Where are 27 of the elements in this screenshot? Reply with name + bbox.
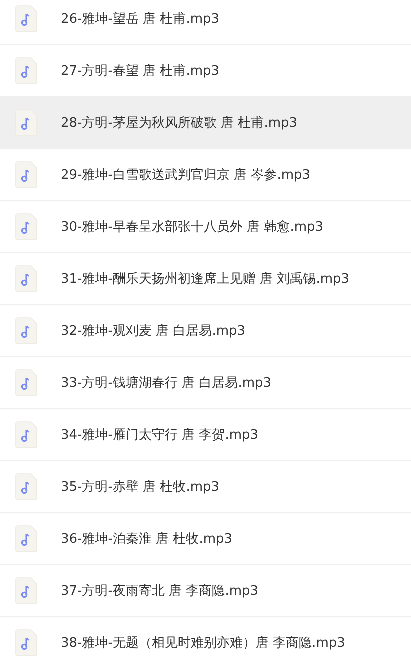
file-name: 32-雅坤-观刈麦 唐 白居易.mp3	[61, 322, 246, 340]
audio-file-icon	[15, 4, 39, 32]
file-name: 31-雅坤-酬乐天扬州初逢席上见赠 唐 刘禹锡.mp3	[61, 270, 350, 288]
file-name: 30-雅坤-早春呈水部张十八员外 唐 韩愈.mp3	[61, 218, 324, 236]
audio-file-icon	[15, 420, 39, 448]
file-name: 34-雅坤-雁门太守行 唐 李贺.mp3	[61, 426, 259, 444]
file-row[interactable]: 28-方明-茅屋为秋风所破歌 唐 杜甫.mp3	[0, 97, 411, 149]
audio-file-icon	[15, 628, 39, 656]
audio-file-icon	[15, 264, 39, 292]
audio-file-icon	[15, 472, 39, 500]
file-name: 28-方明-茅屋为秋风所破歌 唐 杜甫.mp3	[61, 114, 298, 132]
audio-file-icon	[15, 56, 39, 84]
audio-file-icon	[15, 212, 39, 240]
audio-file-icon	[15, 316, 39, 344]
audio-file-icon	[15, 524, 39, 552]
file-name: 29-雅坤-白雪歌送武判官归京 唐 岑参.mp3	[61, 166, 311, 184]
file-name: 26-雅坤-望岳 唐 杜甫.mp3	[61, 10, 220, 28]
file-name: 37-方明-夜雨寄北 唐 李商隐.mp3	[61, 582, 259, 600]
audio-file-icon	[15, 108, 39, 136]
file-name: 35-方明-赤壁 唐 杜牧.mp3	[61, 478, 220, 496]
audio-file-icon	[15, 368, 39, 396]
audio-file-icon	[15, 576, 39, 604]
audio-file-icon	[15, 160, 39, 188]
file-name: 38-雅坤-无题（相见时难别亦难）唐 李商隐.mp3	[61, 634, 346, 652]
file-name: 36-雅坤-泊秦淮 唐 杜牧.mp3	[61, 530, 233, 548]
file-name: 27-方明-春望 唐 杜甫.mp3	[61, 62, 220, 80]
file-name: 33-方明-钱塘湖春行 唐 白居易.mp3	[61, 374, 272, 392]
